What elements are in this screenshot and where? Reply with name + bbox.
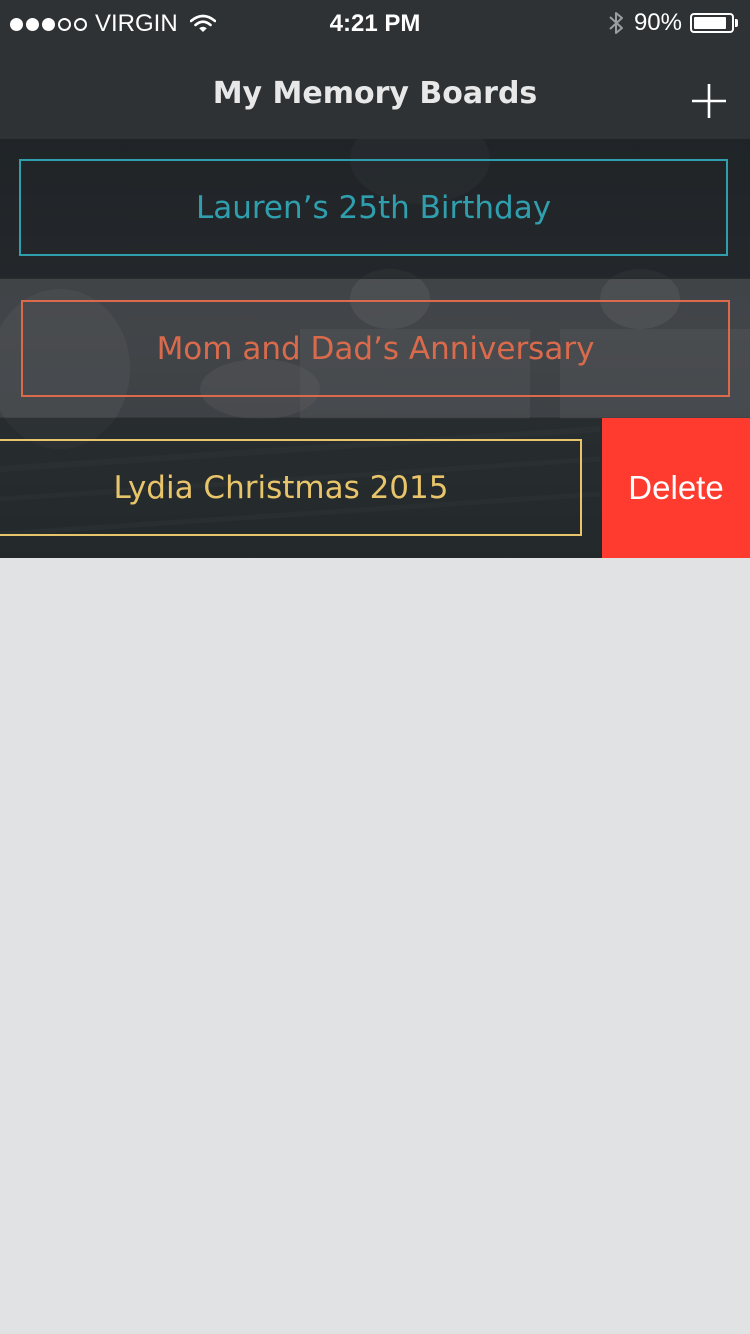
board-title: Lydia Christmas 2015 bbox=[113, 469, 449, 506]
navigation-bar: My Memory Boards bbox=[0, 48, 750, 139]
board-row[interactable]: Lauren’s 25th Birthday bbox=[0, 139, 750, 279]
battery-icon bbox=[690, 13, 734, 33]
board-row-swiped[interactable]: Lydia Christmas 2015 Delete bbox=[0, 418, 750, 558]
board-title: Mom and Dad’s Anniversary bbox=[156, 330, 595, 367]
status-right: 90% bbox=[608, 9, 738, 37]
board-title-frame[interactable]: Mom and Dad’s Anniversary bbox=[21, 300, 730, 397]
board-row[interactable]: Mom and Dad’s Anniversary bbox=[0, 278, 750, 417]
page-title: My Memory Boards bbox=[212, 76, 538, 111]
battery-fill bbox=[694, 17, 727, 29]
status-bar: VIRGIN 4:21 PM 90% bbox=[0, 0, 750, 48]
delete-button[interactable]: Delete bbox=[602, 418, 750, 558]
battery-tip bbox=[735, 19, 738, 27]
memory-boards-list: Lauren’s 25th Birthday Mom and Dad’s Ann… bbox=[0, 139, 750, 558]
board-title-frame[interactable]: Lydia Christmas 2015 bbox=[0, 439, 582, 536]
battery-percentage: 90% bbox=[633, 9, 682, 36]
bluetooth-icon bbox=[609, 12, 623, 34]
board-title: Lauren’s 25th Birthday bbox=[195, 189, 552, 226]
plus-icon bbox=[692, 84, 726, 118]
board-title-frame[interactable]: Lauren’s 25th Birthday bbox=[19, 159, 728, 256]
add-board-button[interactable] bbox=[688, 80, 730, 122]
